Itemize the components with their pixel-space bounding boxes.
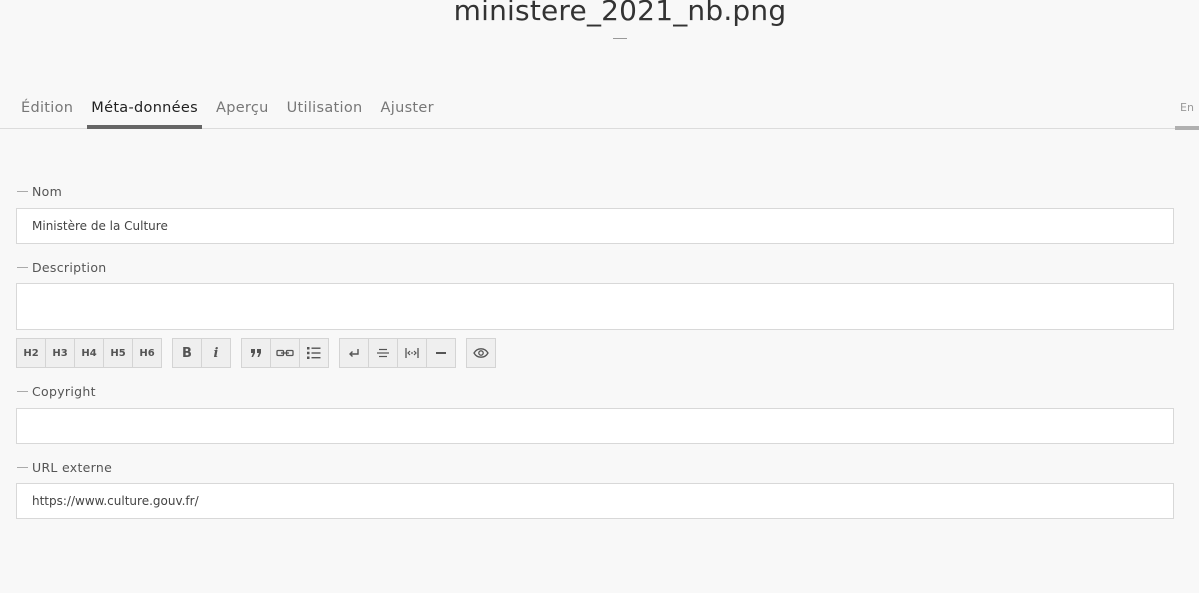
heading-group: H2 H3 H4 H5 H6 — [16, 338, 162, 368]
strikethrough-icon — [377, 348, 389, 358]
preview-group — [466, 338, 496, 368]
url-externe-label-text: URL externe — [32, 460, 113, 475]
line-break-button[interactable] — [339, 338, 369, 368]
nom-label: Nom — [17, 184, 62, 199]
nom-field[interactable]: Ministère de la Culture — [16, 208, 1174, 244]
copyright-label-text: Copyright — [32, 384, 96, 399]
block-group — [241, 338, 329, 368]
url-externe-field[interactable]: https://www.culture.gouv.fr/ — [16, 483, 1174, 519]
language-switch[interactable]: En — [1175, 96, 1199, 130]
page-title: ministere_2021_nb.png — [453, 0, 787, 27]
header: ministere_2021_nb.png Édition Méta-donné… — [0, 0, 1199, 130]
tab-bar: Édition Méta-données Aperçu Utilisation … — [17, 96, 448, 129]
h2-button[interactable]: H2 — [16, 338, 46, 368]
tab-edition[interactable]: Édition — [17, 96, 77, 125]
tab-utilisation[interactable]: Utilisation — [283, 96, 367, 125]
link-button[interactable] — [270, 338, 300, 368]
quote-button[interactable] — [241, 338, 271, 368]
bullet-list-icon — [307, 347, 321, 359]
description-label: Description — [17, 260, 107, 275]
bold-button[interactable]: B — [172, 338, 202, 368]
line-break-icon — [349, 349, 359, 357]
italic-button[interactable]: i — [201, 338, 231, 368]
nom-label-text: Nom — [32, 184, 63, 199]
bullet-list-button[interactable] — [299, 338, 329, 368]
copyright-label: Copyright — [17, 384, 96, 399]
h5-button[interactable]: H5 — [103, 338, 133, 368]
description-label-text: Description — [32, 260, 107, 275]
link-icon — [276, 349, 294, 357]
eye-icon — [473, 348, 489, 358]
tab-meta-donnees[interactable]: Méta-données — [87, 96, 202, 129]
preview-button[interactable] — [466, 338, 496, 368]
h6-button[interactable]: H6 — [132, 338, 162, 368]
nbsp-icon — [405, 348, 419, 358]
h4-button[interactable]: H4 — [74, 338, 104, 368]
url-externe-label: URL externe — [17, 460, 112, 475]
markdown-toolbar: H2 H3 H4 H5 H6 B i — [16, 338, 506, 368]
copyright-field[interactable] — [16, 408, 1174, 444]
title-dash — [613, 38, 627, 39]
misc-group — [339, 338, 456, 368]
tab-ajuster[interactable]: Ajuster — [377, 96, 438, 125]
label-dash — [17, 467, 28, 468]
horizontal-rule-icon — [436, 352, 446, 354]
h3-button[interactable]: H3 — [45, 338, 75, 368]
label-dash — [17, 391, 28, 392]
tab-apercu[interactable]: Aperçu — [212, 96, 273, 125]
nbsp-button[interactable] — [397, 338, 427, 368]
description-field[interactable] — [16, 283, 1174, 330]
label-dash — [17, 267, 28, 268]
horizontal-rule-button[interactable] — [426, 338, 456, 368]
strikethrough-button[interactable] — [368, 338, 398, 368]
label-dash — [17, 191, 28, 192]
format-group: B i — [172, 338, 231, 368]
quote-icon — [251, 349, 261, 357]
